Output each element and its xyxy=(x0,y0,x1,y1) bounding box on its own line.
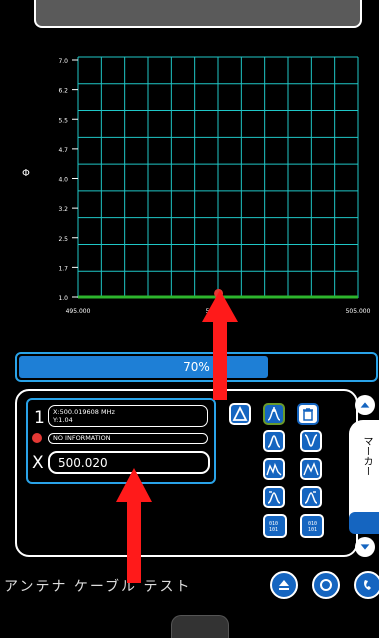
delete-marker-button[interactable] xyxy=(297,403,319,425)
chart-grid xyxy=(77,56,359,299)
progress-label: 70% xyxy=(183,360,210,374)
side-tab-toggle[interactable] xyxy=(349,512,379,534)
marker-side-tab-label: マーカー xyxy=(361,436,372,476)
annotation-arrow-up xyxy=(202,290,238,400)
y-tick-label: 4.0 xyxy=(58,177,68,184)
annotation-arrow-up-2 xyxy=(116,468,152,583)
y-tick-labels: 7.0 6.2 5.5 4.7 4.0 3.2 2.5 1.7 1.0 xyxy=(58,58,78,302)
scroll-down-button[interactable] xyxy=(355,537,375,557)
delta-icon xyxy=(232,406,248,421)
next-peak-button[interactable] xyxy=(300,458,322,480)
eject-icon xyxy=(279,580,289,590)
x-tick-label: 505.000 xyxy=(346,308,371,315)
peak-search-icon xyxy=(267,407,281,421)
valley-icon xyxy=(304,434,318,447)
marker-x-label: X xyxy=(32,453,44,473)
marker-info-text: NO INFORMATION xyxy=(48,433,208,444)
marker-color-dot xyxy=(32,433,42,443)
peak-right-icon xyxy=(267,491,281,504)
peak-right-button[interactable] xyxy=(263,486,285,508)
data-export-icon: 010101 xyxy=(269,521,278,533)
progress-bar: 70% xyxy=(15,352,378,382)
y-tick-label: 5.5 xyxy=(58,117,68,124)
peak-left-button[interactable] xyxy=(300,486,322,508)
y-tick-label: 3.2 xyxy=(58,206,68,213)
svg-text:101: 101 xyxy=(269,527,278,533)
scroll-down-icon xyxy=(360,544,370,550)
data-export-button[interactable]: 010 101 xyxy=(263,514,287,538)
svg-text:101: 101 xyxy=(308,527,317,533)
scroll-up-icon xyxy=(360,402,370,408)
next-peak-icon xyxy=(303,462,319,476)
delta-button[interactable] xyxy=(229,403,251,425)
peak-icon xyxy=(267,435,281,448)
footer-title: アンテナ ケーブル テスト xyxy=(4,579,192,595)
trash-icon xyxy=(303,408,313,421)
marker-x-readout: X:500.019608 MHz xyxy=(53,408,115,416)
y-tick-label: 4.7 xyxy=(58,147,68,154)
eject-button[interactable] xyxy=(270,571,298,599)
record-icon xyxy=(320,579,332,591)
data-import-icon: 010101 xyxy=(308,521,317,533)
peak-left-icon xyxy=(304,491,318,504)
peak-button[interactable] xyxy=(263,430,285,452)
marker-xy-readout: X:500.019608 MHz Y:1.04 xyxy=(48,405,208,427)
scroll-up-button[interactable] xyxy=(355,395,375,415)
y-tick-label: 7.0 xyxy=(58,58,68,65)
x-tick-label: 495.000 xyxy=(66,308,91,315)
marker-y-readout: Y:1.04 xyxy=(53,416,73,424)
record-button[interactable] xyxy=(312,571,340,599)
data-import-button[interactable]: 010 101 xyxy=(300,514,324,538)
top-title-bar xyxy=(34,0,362,28)
multi-peak-button[interactable] xyxy=(263,458,285,480)
phone-button[interactable] xyxy=(354,571,379,599)
y-tick-label: 6.2 xyxy=(58,88,68,95)
multi-peak-icon xyxy=(266,462,282,476)
marker-index: 1 xyxy=(34,408,45,428)
y-tick-label: 1.0 xyxy=(58,295,68,302)
valley-button[interactable] xyxy=(300,430,322,452)
bottom-handle[interactable] xyxy=(171,615,229,638)
y-tick-label: 1.7 xyxy=(58,265,68,272)
y-axis-label: Φ xyxy=(22,168,30,179)
peak-search-button[interactable] xyxy=(263,403,285,425)
y-tick-label: 2.5 xyxy=(58,236,68,243)
phone-icon xyxy=(364,580,371,590)
spectrum-chart[interactable]: Φ 7.06.25.54.74.03.22.51.71.0 495.000500… xyxy=(0,40,379,340)
